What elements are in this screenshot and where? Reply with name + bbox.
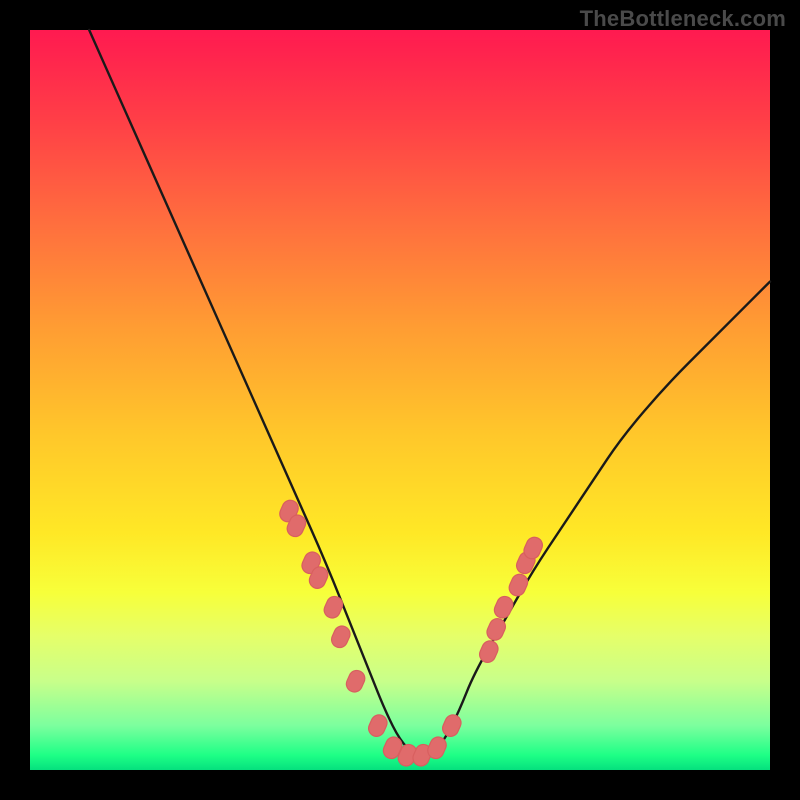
chart-svg bbox=[30, 30, 770, 770]
chart-marker bbox=[329, 623, 353, 650]
chart-marker bbox=[366, 712, 390, 739]
chart-marker bbox=[492, 594, 516, 621]
chart-marker bbox=[344, 668, 368, 695]
chart-marker bbox=[440, 712, 464, 739]
chart-marker bbox=[507, 572, 531, 599]
watermark-text: TheBottleneck.com bbox=[580, 6, 786, 32]
chart-markers bbox=[277, 498, 545, 769]
bottleneck-curve bbox=[89, 30, 770, 755]
chart-marker bbox=[322, 594, 346, 621]
chart-plot-area bbox=[30, 30, 770, 770]
